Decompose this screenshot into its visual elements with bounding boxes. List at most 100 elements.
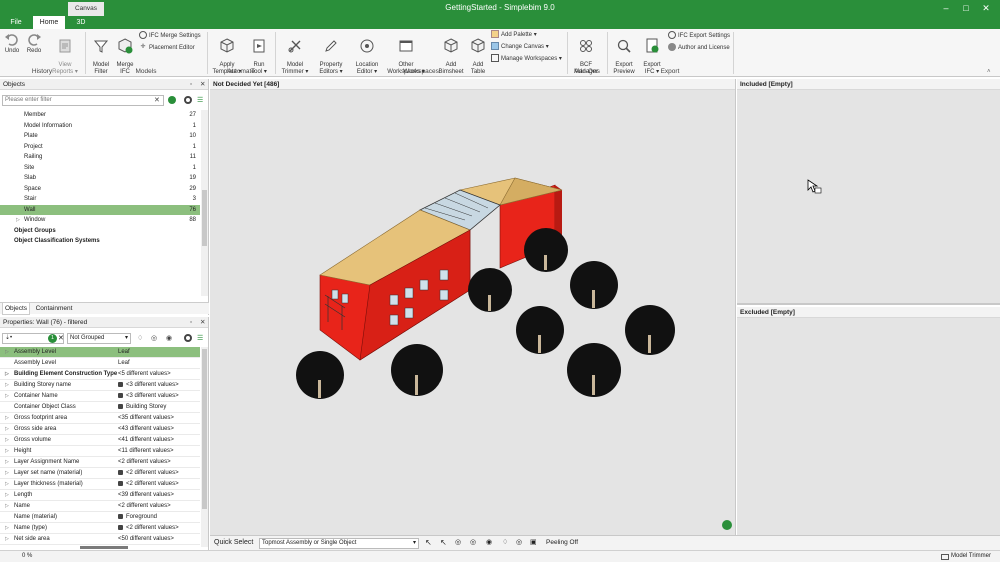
quick-select-dropdown[interactable]: Topmost Assembly or Single Object ▾ bbox=[259, 538, 419, 549]
eye-slash-icon[interactable]: ◎ bbox=[151, 334, 157, 342]
grouping-select[interactable]: Not Grouped ▾ bbox=[67, 333, 131, 344]
bcf-manager-button[interactable]: BCF Manager bbox=[571, 31, 601, 75]
target-icon[interactable] bbox=[184, 96, 192, 104]
list-item[interactable]: Space 29 bbox=[0, 184, 200, 195]
ifc-merge-settings-button[interactable]: IFC Merge Settings bbox=[139, 31, 201, 42]
table-row[interactable]: Name (material) Foreground bbox=[0, 512, 200, 523]
table-row[interactable]: ▷ Height <11 different values> bbox=[0, 446, 200, 457]
table-row[interactable]: ▷ Layer Assignment Name <2 different value… bbox=[0, 457, 200, 468]
run-tool-button[interactable]: Run Tool ▾ bbox=[246, 31, 272, 75]
change-canvas-button[interactable]: Change Canvas ▾ bbox=[491, 42, 549, 53]
table-row[interactable]: ▷ Building Storey name <3 different values… bbox=[0, 380, 200, 391]
table-row[interactable]: ▷ Layer set name (material) <2 different v… bbox=[0, 468, 200, 479]
isolate-icon[interactable]: ◎ bbox=[470, 538, 476, 546]
target-icon[interactable]: ◎ bbox=[516, 538, 522, 546]
eye-icon[interactable]: ◉ bbox=[166, 334, 172, 342]
author-license-button[interactable]: Author and License bbox=[668, 43, 730, 54]
table-row[interactable]: ▷ Name <2 different values> bbox=[0, 501, 200, 512]
table-row[interactable]: ▷ Length <39 different values> bbox=[0, 490, 200, 501]
add-filter-icon[interactable] bbox=[168, 96, 176, 104]
list-item-selected[interactable]: Wall 76 bbox=[0, 204, 200, 215]
table-row[interactable]: ▷ Gross volume <41 different values> bbox=[0, 435, 200, 446]
table-row[interactable]: ▷ Building Element Construction Type <5 di… bbox=[0, 369, 200, 380]
table-row[interactable]: ▷ Container Name <3 different values> bbox=[0, 391, 200, 402]
table-row[interactable]: Assembly Level Leaf bbox=[0, 358, 200, 369]
list-item[interactable]: Project 1 bbox=[0, 142, 200, 153]
export-ifc-button[interactable]: Export IFC ▾ bbox=[639, 31, 665, 75]
list-item[interactable]: Railing 11 bbox=[0, 152, 200, 163]
merge-ifc-button[interactable]: Merge IFC bbox=[114, 31, 136, 75]
current-workspace[interactable]: Model Trimmer bbox=[951, 553, 991, 559]
table-row[interactable]: ▷ Gross side area <43 different values> bbox=[0, 424, 200, 435]
properties-scrollbar[interactable] bbox=[201, 347, 208, 547]
excluded-panel[interactable]: Excluded [Empty] bbox=[737, 307, 1000, 535]
peeling-status: Peeling Off bbox=[546, 539, 579, 546]
panel-close-icon[interactable]: ✕ bbox=[200, 317, 205, 328]
object-classification-node[interactable]: Object Classification Systems bbox=[0, 236, 200, 247]
redo-button[interactable]: Redo bbox=[24, 31, 44, 67]
other-workspaces-button[interactable]: Other Workspaces ▾ bbox=[386, 31, 426, 75]
show-icon[interactable]: ◉ bbox=[486, 538, 492, 546]
undo-button[interactable]: Undo bbox=[3, 31, 21, 67]
add-bimsheet-button[interactable]: Add Bimsheet bbox=[436, 31, 466, 75]
export-preview-button[interactable]: Export Preview bbox=[610, 31, 638, 75]
model-filter-icon bbox=[93, 40, 109, 53]
canvas-3d[interactable]: Not Decided Yet [486] bbox=[210, 79, 736, 535]
model-trimmer-button[interactable]: Model Trimmer ▾ bbox=[279, 31, 311, 75]
placement-editor-button[interactable]: ✛ Placement Editor bbox=[139, 43, 194, 54]
building-model-view[interactable] bbox=[210, 90, 736, 535]
maximize-icon[interactable]: □ bbox=[960, 2, 972, 14]
objects-scrollbar[interactable] bbox=[201, 110, 208, 296]
list-item[interactable]: Plate 10 bbox=[0, 131, 200, 142]
list-item[interactable]: Slab 19 bbox=[0, 173, 200, 184]
list-item[interactable]: Stair 3 bbox=[0, 194, 200, 205]
collapse-ribbon-icon[interactable]: ˄ bbox=[987, 69, 991, 75]
table-row[interactable]: Container Object Class Building Storey bbox=[0, 402, 200, 413]
tab-3d[interactable]: 3D bbox=[70, 16, 92, 29]
table-row[interactable]: ▷ Assembly Level Leaf bbox=[0, 347, 200, 358]
hide-icon[interactable]: ◎ bbox=[455, 538, 461, 546]
object-groups-node[interactable]: Object Groups bbox=[0, 226, 200, 237]
lightbulb-icon[interactable]: ♢ bbox=[502, 538, 508, 546]
menu-icon[interactable]: ☰ bbox=[197, 96, 203, 104]
tab-containment[interactable]: Containment bbox=[33, 303, 75, 315]
model-filter-button[interactable]: Model Filter bbox=[89, 31, 113, 75]
tab-home[interactable]: Home bbox=[33, 16, 65, 29]
canvas-status-icon[interactable] bbox=[722, 520, 732, 530]
pin-icon[interactable]: ▫ bbox=[190, 79, 192, 90]
close-icon[interactable]: ✕ bbox=[980, 2, 992, 14]
view-reports-button[interactable]: View Reports ▾ bbox=[52, 31, 78, 75]
minimize-icon[interactable]: – bbox=[940, 2, 952, 14]
clear-filter-icon[interactable]: ✕ bbox=[154, 96, 160, 104]
filter-input[interactable]: Please enter filter bbox=[2, 95, 164, 106]
horizontal-scrollbar[interactable] bbox=[80, 546, 128, 549]
list-item[interactable]: ▷ Window 88 bbox=[0, 215, 200, 226]
ifc-export-settings-button[interactable]: IFC Export Settings bbox=[668, 31, 730, 42]
table-row[interactable]: ▷ Layer thickness (material) <2 different … bbox=[0, 479, 200, 490]
included-panel[interactable]: Included [Empty] bbox=[737, 79, 1000, 305]
add-table-button[interactable]: Add Table bbox=[467, 31, 489, 75]
list-item[interactable]: Model Information 1 bbox=[0, 121, 200, 132]
menu-icon[interactable]: ☰ bbox=[197, 334, 203, 342]
cursor-select-icon[interactable]: ↖ bbox=[425, 538, 432, 547]
tab-file[interactable]: File bbox=[3, 16, 29, 29]
apply-template-button[interactable]: Apply Template ▾ bbox=[211, 31, 243, 75]
table-row[interactable]: ▷ Net side area <50 different values> bbox=[0, 534, 200, 545]
table-row[interactable]: ▷ Name (type) <2 different values> bbox=[0, 523, 200, 534]
property-editors-button[interactable]: Property Editors ▾ bbox=[314, 31, 348, 75]
add-palette-button[interactable]: Add Palette ▾ bbox=[491, 30, 537, 41]
list-item[interactable]: Member 27 bbox=[0, 110, 200, 121]
table-row[interactable]: ▷ Gross footprint area <35 different value… bbox=[0, 413, 200, 424]
manage-workspaces-button[interactable]: Manage Workspaces ▾ bbox=[491, 54, 562, 65]
lightbulb-icon[interactable]: ♢ bbox=[137, 334, 143, 342]
clear-filter-icon[interactable]: ✕ bbox=[58, 334, 64, 342]
tab-objects[interactable]: Objects bbox=[2, 303, 30, 315]
target-icon[interactable] bbox=[184, 334, 192, 342]
location-editor-button[interactable]: Location Editor ▾ bbox=[352, 31, 382, 75]
ifc-merge-settings-label: IFC Merge Settings bbox=[149, 33, 201, 39]
panel-close-icon[interactable]: ✕ bbox=[200, 79, 205, 90]
peeling-icon[interactable]: ▣ bbox=[530, 538, 537, 546]
pin-icon[interactable]: ▫ bbox=[190, 317, 192, 328]
cursor-add-icon[interactable]: ↖ bbox=[440, 538, 447, 547]
list-item[interactable]: Site 1 bbox=[0, 163, 200, 174]
